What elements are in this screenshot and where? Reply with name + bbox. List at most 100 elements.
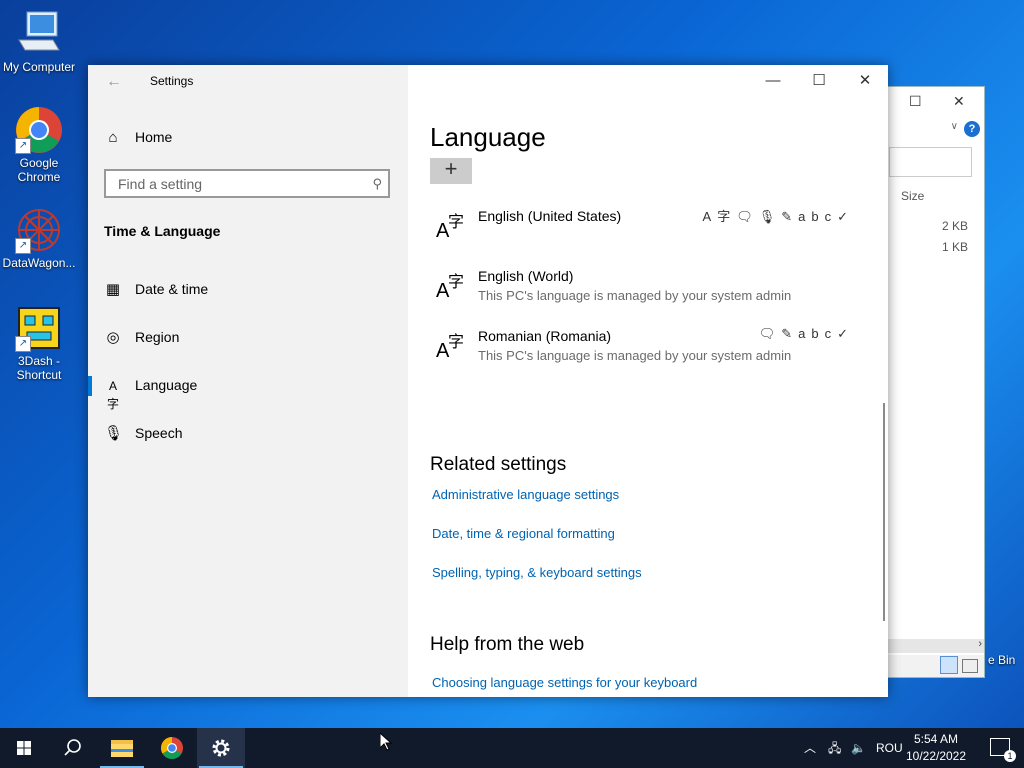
nav-label: Date & time (135, 281, 209, 297)
explorer-search-box[interactable] (889, 147, 972, 177)
clock[interactable]: 5:54 AM 10/22/2022 (904, 731, 968, 765)
notification-count-badge: 1 (1004, 750, 1016, 762)
link-spelling-typing-keyboard[interactable]: Spelling, typing, & keyboard settings (432, 565, 642, 580)
nav-language[interactable]: A字 Language (88, 366, 408, 411)
selection-indicator (88, 376, 92, 396)
desktop-icon-datawagon[interactable]: ↗ DataWagon... (1, 206, 77, 270)
chevron-down-icon[interactable]: ∨ (951, 121, 958, 132)
shortcut-arrow-icon: ↗ (15, 336, 31, 352)
desktop-icon-label: DataWagon... (2, 256, 76, 270)
nav-home-label: Home (135, 129, 173, 145)
handwriting-icon: ✎ (781, 326, 799, 341)
calendar-clock-icon: ▦ (105, 281, 121, 298)
desktop-icon-label: Google Chrome (17, 156, 61, 184)
scroll-right-icon[interactable]: › (978, 638, 982, 650)
page-title: Language (430, 122, 546, 152)
large-icons-view-icon[interactable] (962, 659, 978, 673)
back-arrow-icon[interactable]: ← (106, 73, 122, 91)
desktop-icon-label: 3Dash - Shortcut (16, 354, 62, 382)
language-item-en-world[interactable]: A字 English (World) This PC's language is… (430, 266, 870, 322)
background-explorer-window[interactable]: ☐ ✕ ∨ ? Size 2 KB 1 KB › (880, 86, 985, 678)
folder-icon (111, 740, 133, 757)
speech-recognition-icon: 🎙 (758, 209, 782, 224)
language-features-icons: 🗨✎abc✓ (759, 326, 854, 342)
datawagon-icon: ↗ (15, 206, 63, 254)
nav-speech[interactable]: 🎙 Speech (88, 414, 408, 454)
language-item-ro[interactable]: A字 Romanian (Romania) This PC's language… (430, 326, 870, 382)
handwriting-icon: ✎ (781, 209, 799, 224)
find-setting-search[interactable]: ⚲ (104, 169, 390, 198)
details-view-icon[interactable] (940, 656, 958, 674)
input-language-indicator[interactable]: ROU (876, 728, 903, 768)
desktop-icon-google-chrome[interactable]: ↗ Google Chrome (1, 106, 77, 184)
language-name: English (World) (478, 268, 574, 284)
display-language-icon: A字 (702, 209, 737, 224)
shortcut-arrow-icon: ↗ (15, 238, 31, 254)
language-subtitle: This PC's language is managed by your sy… (478, 288, 792, 303)
clock-time: 5:54 AM (913, 732, 959, 746)
nav-region[interactable]: ◎ Region (88, 318, 408, 358)
chrome-icon (161, 737, 183, 759)
link-admin-language-settings[interactable]: Administrative language settings (432, 487, 619, 502)
nav-date-time[interactable]: ▦ Date & time (88, 270, 408, 310)
size-column-header[interactable]: Size (901, 189, 924, 203)
volume-icon[interactable]: 🔈 (851, 728, 866, 768)
chrome-taskbar-button[interactable] (148, 728, 196, 768)
related-settings-heading: Related settings (430, 454, 567, 475)
file-explorer-button[interactable] (98, 728, 146, 768)
start-button[interactable] (0, 728, 48, 768)
app-title: Settings (150, 74, 194, 88)
clock-date: 10/22/2022 (905, 749, 967, 763)
settings-main-pane: — ☐ ✕ Language + A字 English (United Stat… (408, 65, 888, 697)
chrome-icon: ↗ (15, 106, 63, 154)
show-hidden-icons-chevron-icon[interactable]: ︿ (804, 728, 816, 768)
settings-window[interactable]: ← Settings ⌂ Home ⚲ Time & Language ▦ Da… (88, 65, 888, 697)
text-to-speech-icon: 🗨 (736, 209, 759, 224)
language-features-icons: A字🗨🎙✎abc✓ (703, 206, 854, 225)
settings-sidebar: ← Settings ⌂ Home ⚲ Time & Language ▦ Da… (88, 65, 408, 697)
file-size: 2 KB (941, 219, 968, 233)
close-icon[interactable]: ✕ (842, 69, 888, 93)
language-icon: A字 (436, 334, 465, 362)
search-button[interactable] (48, 728, 96, 768)
windows-logo-icon (17, 741, 31, 755)
3dash-icon: ↗ (15, 304, 63, 352)
add-language-button[interactable]: + (430, 158, 472, 184)
section-title: Time & Language (104, 223, 221, 239)
gear-icon (212, 739, 230, 757)
maximize-icon[interactable]: ☐ (796, 69, 842, 93)
link-date-time-regional[interactable]: Date, time & regional formatting (432, 526, 615, 541)
action-center-icon[interactable]: 1 (990, 738, 1016, 762)
text-to-speech-icon: 🗨 (758, 326, 782, 341)
shortcut-arrow-icon: ↗ (15, 138, 31, 154)
help-icon[interactable]: ? (964, 121, 980, 137)
taskbar: ︿ 🖧 🔈 ROU 5:54 AM 10/22/2022 1 (0, 728, 1024, 768)
vertical-scrollbar[interactable] (883, 403, 885, 621)
mouse-cursor-icon (380, 733, 392, 751)
spell-check-icon: abc✓ (798, 326, 854, 341)
language-name: English (United States) (478, 208, 622, 224)
language-icon: A字 (106, 379, 119, 411)
settings-taskbar-button[interactable] (197, 728, 245, 768)
language-name: Romanian (Romania) (478, 328, 612, 344)
microphone-icon: 🎙 (104, 425, 124, 442)
maximize-icon[interactable]: ☐ (909, 93, 922, 110)
link-keyboard-language-help[interactable]: Choosing language settings for your keyb… (432, 675, 697, 690)
computer-icon (15, 10, 63, 58)
network-icon[interactable]: 🖧 (828, 728, 841, 768)
nav-label: Speech (135, 425, 183, 441)
minimize-icon[interactable]: — (750, 69, 796, 93)
close-icon[interactable]: ✕ (953, 93, 965, 110)
file-size: 1 KB (941, 240, 968, 254)
language-icon: A字 (436, 274, 465, 302)
language-icon: A字 (436, 214, 465, 242)
recycle-bin-label[interactable]: e Bin (988, 653, 1015, 667)
nav-home[interactable]: ⌂ Home (88, 118, 408, 158)
language-subtitle: This PC's language is managed by your sy… (478, 348, 792, 363)
desktop-icon-3dash[interactable]: ↗ 3Dash - Shortcut (1, 304, 77, 382)
desktop-icon-my-computer[interactable]: My Computer (1, 10, 77, 74)
search-input[interactable] (116, 175, 360, 193)
horizontal-scrollbar[interactable]: › (881, 638, 984, 653)
language-item-en-us[interactable]: A字 English (United States) A字🗨🎙✎abc✓ (430, 206, 870, 262)
search-icon[interactable]: ⚲ (372, 176, 382, 192)
